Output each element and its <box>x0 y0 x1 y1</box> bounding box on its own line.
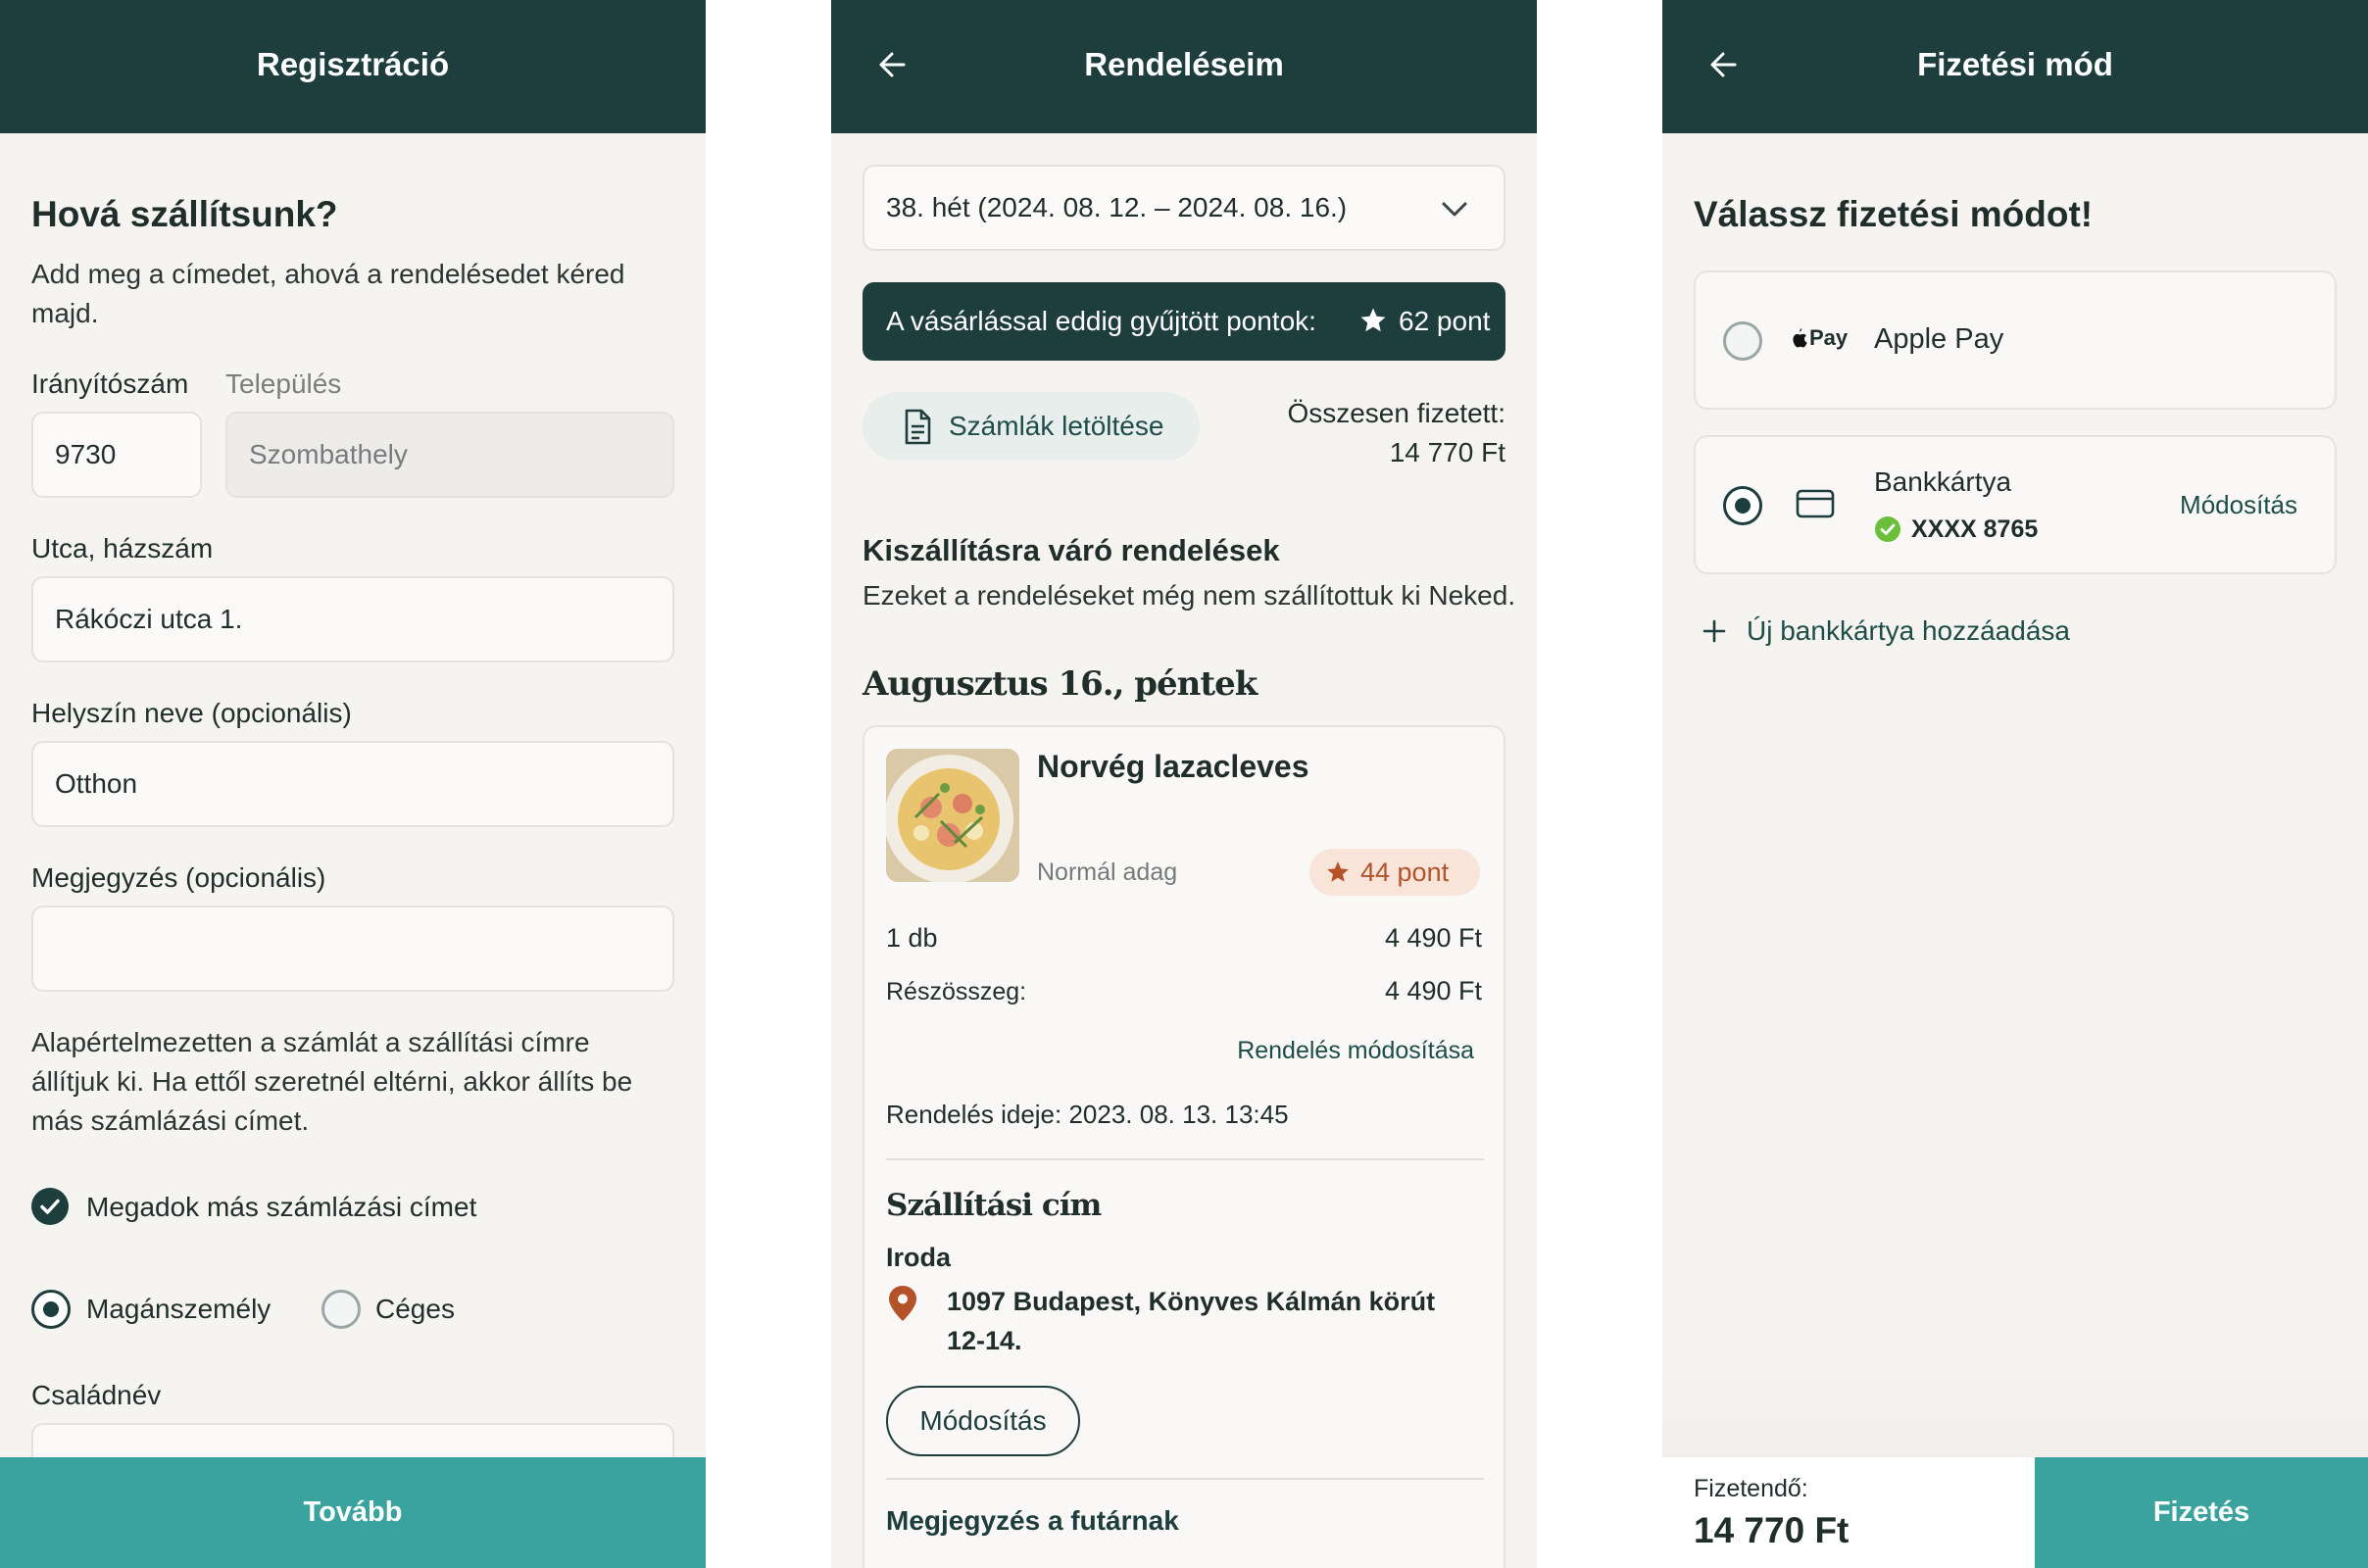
apple-pay-logo-text: Pay <box>1809 325 1849 350</box>
billing-checkbox-label: Megadok más számlázási címet <box>86 1192 477 1222</box>
street-label: Utca, házszám <box>31 533 214 564</box>
location-pin-icon <box>889 1286 916 1321</box>
lastname-label: Családnév <box>31 1380 162 1410</box>
billing-checkbox[interactable] <box>31 1188 69 1225</box>
bank-card-radio[interactable] <box>1723 486 1762 525</box>
card-modify-link[interactable]: Módosítás <box>2180 490 2297 520</box>
item-points-badge: 44 pont <box>1309 849 1480 896</box>
apple-logo-icon <box>1793 328 1807 348</box>
verified-check-icon <box>1875 516 1900 542</box>
bank-card-label: Bankkártya <box>1874 466 2012 497</box>
payment-screen: Fizetési mód Válassz fizetési módot! Pay… <box>1662 0 2368 1568</box>
apple-pay-logo: Pay <box>1790 325 1848 351</box>
note-label: Megjegyzés (opcionális) <box>31 862 326 893</box>
billing-info-text: Alapértelmezetten a számlát a szállítási… <box>31 1027 633 1136</box>
zip-input[interactable]: 9730 <box>31 412 202 498</box>
person-radio-label: Magánszemély <box>86 1294 271 1324</box>
note-input[interactable] <box>31 906 674 992</box>
top-bar: Rendeléseim <box>831 0 1537 133</box>
shipping-place: Iroda <box>886 1243 952 1272</box>
bank-card-option[interactable]: Bankkártya XXXX 8765 Módosítás <box>1694 435 2337 574</box>
apple-pay-option[interactable]: Pay Apple Pay <box>1694 270 2337 410</box>
points-banner-text: A vásárlással eddig gyűjtött pontok: <box>886 306 1316 336</box>
subtotal-value: 4 490 Ft <box>1384 976 1482 1005</box>
plus-icon <box>1702 619 1726 643</box>
screen-title: Fizetési mód <box>1917 46 2113 82</box>
modify-address-button[interactable]: Módosítás <box>886 1386 1080 1456</box>
top-bar: Regisztráció <box>0 0 706 133</box>
next-button[interactable]: Tovább <box>0 1457 706 1568</box>
pending-subtext: Ezeket a rendeléseket még nem szállított… <box>863 580 1516 611</box>
person-radio[interactable] <box>31 1290 71 1329</box>
shipping-address: 1097 Budapest, Könyves Kálmán körút 12-1… <box>947 1287 1436 1355</box>
company-radio[interactable] <box>321 1290 361 1329</box>
shipping-heading: Szállítási cím <box>886 1188 1102 1223</box>
star-icon <box>1360 308 1386 332</box>
document-icon <box>905 409 931 445</box>
company-radio-label: Céges <box>375 1294 455 1324</box>
divider <box>886 1478 1484 1480</box>
download-invoices-button[interactable]: Számlák letöltése <box>863 392 1200 461</box>
place-name-input[interactable]: Otthon <box>31 741 674 827</box>
city-input: Szombathely <box>225 412 674 498</box>
chevron-down-icon <box>1442 202 1467 217</box>
page-heading: Válassz fizetési módot! <box>1694 194 2094 234</box>
payable-summary: Fizetendő: 14 770 Ft <box>1662 1457 2035 1568</box>
registration-screen: Regisztráció Hová szállítsunk? Add meg a… <box>0 0 706 1568</box>
add-card-link[interactable]: Új bankkártya hozzáadása <box>1702 615 2070 647</box>
qty-label: 1 db <box>886 923 938 953</box>
total-paid-value: 14 770 Ft <box>1389 437 1505 467</box>
city-label: Település <box>225 368 342 399</box>
total-paid-label: Összesen fizetett: <box>1287 398 1505 428</box>
bank-card-number: XXXX 8765 <box>1911 515 2039 543</box>
page-heading: Hová szállítsunk? <box>31 194 338 234</box>
zip-label: Irányítószám <box>31 368 189 399</box>
week-select-value: 38. hét (2024. 08. 12. – 2024. 08. 16.) <box>886 192 1348 222</box>
day-heading: Augusztus 16., péntek <box>863 664 1258 704</box>
points-banner: A vásárlással eddig gyűjtött pontok: 62 … <box>863 282 1505 361</box>
screen-title: Rendeléseim <box>1084 46 1284 82</box>
item-name: Norvég lazacleves <box>1037 749 1309 784</box>
add-card-label: Új bankkártya hozzáadása <box>1747 615 2070 646</box>
credit-card-icon <box>1796 489 1835 518</box>
screen-title: Regisztráció <box>256 46 450 82</box>
payable-value: 14 770 Ft <box>1694 1510 1850 1550</box>
star-icon <box>1327 861 1349 882</box>
item-points-value: 44 pont <box>1360 858 1450 887</box>
qty-price: 4 490 Ft <box>1384 923 1482 953</box>
intro-text: Add meg a címedet, ahová a rendelésedet … <box>31 259 625 328</box>
order-time: Rendelés ideje: 2023. 08. 13. 13:45 <box>886 1100 1289 1129</box>
week-select[interactable]: 38. hét (2024. 08. 12. – 2024. 08. 16.) <box>863 165 1505 251</box>
soup-bowl-image <box>886 749 1019 882</box>
subtotal-label: Részösszeg: <box>886 978 1027 1005</box>
bottom-fade <box>1662 1352 2368 1457</box>
pay-button[interactable]: Fizetés <box>2035 1457 2368 1568</box>
courier-note-heading: Megjegyzés a futárnak <box>886 1505 1179 1536</box>
pending-heading: Kiszállításra váró rendelések <box>863 533 1280 567</box>
checkmark-icon <box>40 1199 60 1214</box>
modify-order-link[interactable]: Rendelés módosítása <box>1237 1037 1474 1065</box>
place-name-label: Helyszín neve (opcionális) <box>31 698 352 728</box>
apple-pay-radio[interactable] <box>1723 321 1762 361</box>
download-invoices-label: Számlák letöltése <box>949 411 1164 441</box>
divider <box>886 1158 1484 1160</box>
total-paid: Összesen fizetett: 14 770 Ft <box>1287 394 1505 472</box>
top-bar: Fizetési mód <box>1662 0 2368 133</box>
order-card: Norvég lazacleves Normál adag 44 pont 1 … <box>863 725 1505 1568</box>
points-banner-value: 62 pont <box>1399 306 1491 336</box>
street-input[interactable]: Rákóczi utca 1. <box>31 576 674 662</box>
orders-screen: Rendeléseim 38. hét (2024. 08. 12. – 202… <box>831 0 1537 1568</box>
payable-label: Fizetendő: <box>1694 1475 1808 1502</box>
item-portion: Normál adag <box>1037 858 1178 886</box>
food-image <box>886 749 1019 882</box>
apple-pay-label: Apple Pay <box>1874 323 2004 355</box>
